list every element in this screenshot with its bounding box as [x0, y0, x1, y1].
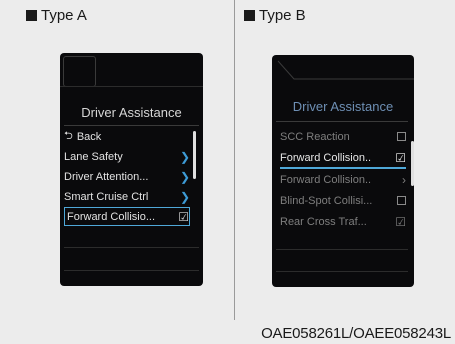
- screen-title: Driver Assistance: [81, 105, 182, 120]
- bottom-divider: [276, 271, 408, 272]
- type-b-label: Type B: [244, 7, 306, 24]
- black-square-icon: [26, 10, 37, 21]
- menu-item-lane-safety[interactable]: Lane Safety ❯: [64, 147, 190, 166]
- black-square-icon: [244, 10, 255, 21]
- scrollbar[interactable]: [193, 131, 196, 179]
- top-bezel-line: [277, 60, 414, 80]
- screen-title: Driver Assistance: [292, 99, 394, 114]
- type-a-label-text: Type A: [41, 7, 87, 24]
- menu-item-blind-spot[interactable]: Blind-Spot Collisi...: [280, 191, 406, 210]
- back-arrow-icon: ⮌: [64, 130, 73, 142]
- menu-item-rear-cross-traffic[interactable]: Rear Cross Traf... ☑: [280, 212, 406, 231]
- type-a-label: Type A: [26, 7, 87, 24]
- menu-item-forward-collision-selected[interactable]: Forward Collision.. ☑: [280, 148, 406, 169]
- scrollbar[interactable]: [411, 141, 414, 186]
- chevron-right-icon: ❯: [179, 149, 190, 164]
- checkbox-icon[interactable]: [397, 196, 406, 205]
- bottom-divider: [64, 270, 199, 271]
- top-left-frame: [63, 56, 96, 87]
- chevron-right-icon: ❯: [179, 189, 190, 204]
- menu-item-forward-collision[interactable]: Forward Collision.. ›: [280, 170, 406, 189]
- type-a-screen: Driver Assistance ⮌ Back Lane Safety ❯ D…: [60, 53, 203, 286]
- menu-item-label: Lane Safety: [64, 150, 123, 163]
- panel-divider: [234, 0, 235, 320]
- title-divider: [276, 121, 408, 122]
- checked-box-icon[interactable]: ☑: [395, 215, 406, 229]
- back-button[interactable]: ⮌ Back: [64, 127, 190, 146]
- checked-box-icon[interactable]: ☑: [395, 151, 406, 165]
- title-divider: [64, 125, 199, 126]
- menu-item-driver-attention[interactable]: Driver Attention... ❯: [64, 167, 190, 186]
- menu-item-label: SCC Reaction: [280, 130, 350, 143]
- menu-item-label: Rear Cross Traf...: [280, 215, 367, 228]
- chevron-right-icon: ›: [402, 172, 406, 187]
- menu-item-scc-reaction[interactable]: SCC Reaction: [280, 127, 406, 146]
- checkbox-icon[interactable]: [397, 132, 406, 141]
- checked-box-icon[interactable]: ☑: [178, 210, 189, 224]
- menu-item-label: Driver Attention...: [64, 170, 149, 183]
- menu-item-forward-collision[interactable]: Forward Collisio... ☑: [64, 207, 190, 226]
- type-b-label-text: Type B: [259, 7, 306, 24]
- back-label: Back: [76, 130, 102, 143]
- menu-item-smart-cruise[interactable]: Smart Cruise Ctrl ❯: [64, 187, 190, 206]
- top-divider: [60, 86, 203, 87]
- type-b-screen: Driver Assistance SCC Reaction Forward C…: [272, 55, 414, 287]
- menu-item-label: Forward Collision..: [280, 151, 372, 164]
- menu-item-label: Smart Cruise Ctrl: [64, 190, 149, 203]
- menu-item-label: Blind-Spot Collisi...: [280, 194, 373, 207]
- bottom-divider: [64, 247, 199, 248]
- bottom-divider: [276, 249, 408, 250]
- chevron-right-icon: ❯: [179, 169, 190, 184]
- image-code: OAE058261L/OAEE058243L: [261, 325, 451, 342]
- menu-item-label: Forward Collision..: [280, 173, 372, 186]
- menu-item-label: Forward Collisio...: [67, 210, 156, 223]
